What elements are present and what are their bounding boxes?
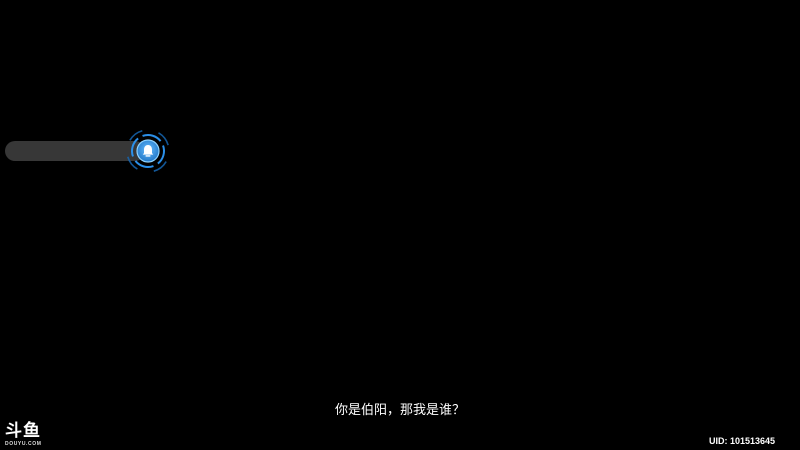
- douyu-watermark-logo: 斗鱼 DOUYU.COM: [5, 421, 51, 447]
- quest-notification-indicator[interactable]: [120, 123, 176, 179]
- logo-subtext: DOUYU.COM: [5, 441, 42, 447]
- logo-text: 斗鱼: [5, 421, 41, 441]
- user-id-label: UID: 101513645: [708, 436, 775, 446]
- game-viewport: 你是伯阳，那我是谁？ 斗鱼 DOUYU.COM UID: 101513645: [0, 0, 800, 450]
- dialogue-subtitle: 你是伯阳，那我是谁？: [334, 403, 465, 418]
